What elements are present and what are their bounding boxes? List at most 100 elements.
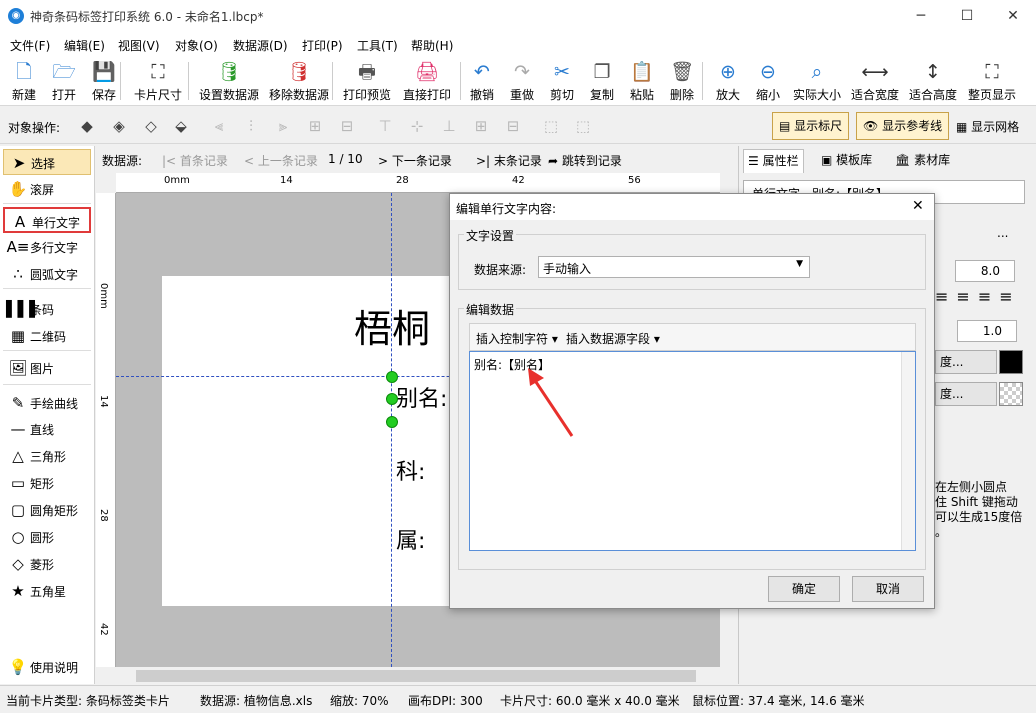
fit-width-button[interactable]: ⟷ 适合宽度 <box>850 60 900 104</box>
textarea-scrollbar[interactable] <box>901 352 915 550</box>
align-top-icon[interactable]: ⊤ <box>374 116 396 136</box>
text-align-buttons[interactable]: ≡≡≡≡ <box>935 287 1021 306</box>
toggle-ruler[interactable]: ▤ 显示标尺 <box>772 112 850 140</box>
distribute-h-icon[interactable]: ⊞ <box>304 116 326 136</box>
card-title-text[interactable]: 梧桐 <box>354 298 430 353</box>
menu-print[interactable]: 打印(P) <box>302 37 343 54</box>
zoom-out-button[interactable]: ⊖ 缩小 <box>754 60 782 104</box>
menu-help[interactable]: 帮助(H) <box>411 37 453 54</box>
menu-view[interactable]: 视图(V) <box>118 37 160 54</box>
open-button[interactable]: 🗁 打开 <box>50 60 78 104</box>
next-record-button[interactable]: > 下一条记录 <box>378 152 452 169</box>
print-preview-button[interactable]: 🖶 打印预览 <box>342 60 392 104</box>
more-button[interactable]: ... <box>997 226 1008 240</box>
tool-pen[interactable]: ✎ 手绘曲线 <box>3 390 91 416</box>
source-dropdown[interactable]: 手动输入 ▼ <box>538 256 810 278</box>
card-size-button[interactable]: ⛶ 卡片尺寸 <box>132 60 184 104</box>
space-h-icon[interactable]: ⊟ <box>336 116 358 136</box>
guide-line-vertical[interactable] <box>391 193 392 667</box>
horizontal-scrollbar[interactable] <box>116 667 720 685</box>
tool-image[interactable]: 🖼 图片 <box>3 355 91 381</box>
font-size-field[interactable]: 8.0 <box>955 260 1015 282</box>
full-page-button[interactable]: ⛶ 整页显示 <box>966 60 1018 104</box>
resize-handle[interactable] <box>386 416 398 428</box>
tool-hand[interactable]: ✋ 滚屏 <box>3 176 91 202</box>
zoom-in-button[interactable]: ⊕ 放大 <box>714 60 742 104</box>
group-icon[interactable]: ⬚ <box>540 116 562 136</box>
resize-handle[interactable] <box>386 393 398 405</box>
jump-record-button[interactable]: ➦ 跳转到记录 <box>548 152 622 169</box>
tool-line[interactable]: — 直线 <box>3 416 91 442</box>
insert-datasource-field-button[interactable]: 插入数据源字段 ▾ <box>566 330 660 347</box>
card-alias-text[interactable]: 别名: <box>396 381 447 413</box>
tool-circle[interactable]: ○ 圆形 <box>3 524 91 550</box>
minimize-button[interactable]: ─ <box>898 0 944 32</box>
tool-star[interactable]: ★ 五角星 <box>3 578 91 604</box>
tab-templates[interactable]: ▣ 模板库 <box>817 149 876 173</box>
ok-button[interactable]: 确定 <box>768 576 840 602</box>
tool-barcode[interactable]: ▌▌▌条码 <box>3 296 91 322</box>
redo-button[interactable]: ↷ 重做 <box>508 60 536 104</box>
spacing-field[interactable]: 1.0 <box>957 320 1017 342</box>
menu-tools[interactable]: 工具(T) <box>357 37 398 54</box>
database-remove-button[interactable]: 🛢 移除数据源 <box>268 60 330 104</box>
menu-file[interactable]: 文件(F) <box>10 37 50 54</box>
tool-rectangle[interactable]: ▭ 矩形 <box>3 470 91 496</box>
layer-down-icon[interactable]: ◇ <box>140 116 162 136</box>
distribute-v-icon[interactable]: ⊞ <box>470 116 492 136</box>
delete-button[interactable]: 🗑 删除 <box>668 60 696 104</box>
prev-record-button[interactable]: < 上一条记录 <box>244 152 318 169</box>
dialog-close-icon[interactable]: ✕ <box>912 198 924 214</box>
cancel-button[interactable]: 取消 <box>852 576 924 602</box>
scrollbar-thumb[interactable] <box>136 670 696 682</box>
menu-datasource[interactable]: 数据源(D) <box>233 37 288 54</box>
undo-button[interactable]: ↶ 撤销 <box>468 60 496 104</box>
close-button[interactable]: ✕ <box>990 0 1036 32</box>
card-genus-text[interactable]: 属: <box>396 523 425 555</box>
insert-control-char-button[interactable]: 插入控制字符 ▾ <box>476 330 558 347</box>
help-button[interactable]: 💡 使用说明 <box>3 654 91 680</box>
toggle-grid[interactable]: ▦ 显示网格 <box>956 118 1019 135</box>
menu-edit[interactable]: 编辑(E) <box>64 37 105 54</box>
text-color-swatch[interactable] <box>999 350 1023 374</box>
card-family-text[interactable]: 科: <box>396 454 425 486</box>
text-color-button[interactable]: 度... <box>935 350 997 374</box>
toggle-guides[interactable]: 👁 显示参考线 <box>856 112 950 140</box>
space-v-icon[interactable]: ⊟ <box>502 116 524 136</box>
layer-top-icon[interactable]: ◈ <box>108 116 130 136</box>
tool-diamond[interactable]: ◇ 菱形 <box>3 551 91 577</box>
new-file-button[interactable]: 🗋 新建 <box>10 60 38 104</box>
save-button[interactable]: 💾 保存 <box>90 60 118 104</box>
tool-arrow-select[interactable]: ➤ 选择 <box>3 149 91 175</box>
align-right-icon[interactable]: ⫸ <box>272 116 294 136</box>
print-button[interactable]: 🖨 直接打印 <box>402 60 452 104</box>
tool-single-text[interactable]: A 单行文字 <box>3 207 91 233</box>
resize-handle[interactable] <box>386 371 398 383</box>
align-left-icon[interactable]: ⫷ <box>208 116 230 136</box>
actual-size-button[interactable]: ⌕ 实际大小 <box>792 60 842 104</box>
align-middle-icon[interactable]: ⊹ <box>406 116 428 136</box>
align-center-icon[interactable]: ⫶ <box>240 116 262 136</box>
fit-height-button[interactable]: ↕ 适合高度 <box>908 60 958 104</box>
tool-multi-text[interactable]: A≡多行文字 <box>3 234 91 260</box>
tool-triangle[interactable]: △ 三角形 <box>3 443 91 469</box>
layer-bottom-icon[interactable]: ⬙ <box>170 116 192 136</box>
bg-color-swatch[interactable] <box>999 382 1023 406</box>
tool-qrcode[interactable]: ▦ 二维码 <box>3 323 91 349</box>
menu-object[interactable]: 对象(O) <box>175 37 218 54</box>
cut-button[interactable]: ✂ 剪切 <box>548 60 576 104</box>
copy-button[interactable]: ❐ 复制 <box>588 60 616 104</box>
tool-arc-text[interactable]: ∴ 圆弧文字 <box>3 261 91 287</box>
first-record-button[interactable]: |< 首条记录 <box>162 152 228 169</box>
align-bottom-icon[interactable]: ⊥ <box>438 116 460 136</box>
bg-color-button[interactable]: 度... <box>935 382 997 406</box>
tab-properties[interactable]: ☰ 属性栏 <box>743 149 804 173</box>
tool-rounded-rect[interactable]: ▢ 圆角矩形 <box>3 497 91 523</box>
layer-up-icon[interactable]: ◆ <box>76 116 98 136</box>
last-record-button[interactable]: >| 末条记录 <box>476 152 542 169</box>
tab-materials[interactable]: 🏛 素材库 <box>891 149 954 173</box>
ungroup-icon[interactable]: ⬚ <box>572 116 594 136</box>
maximize-button[interactable]: ☐ <box>944 0 990 32</box>
database-settings-button[interactable]: 🛢 设置数据源 <box>198 60 260 104</box>
paste-button[interactable]: 📋 粘贴 <box>628 60 656 104</box>
